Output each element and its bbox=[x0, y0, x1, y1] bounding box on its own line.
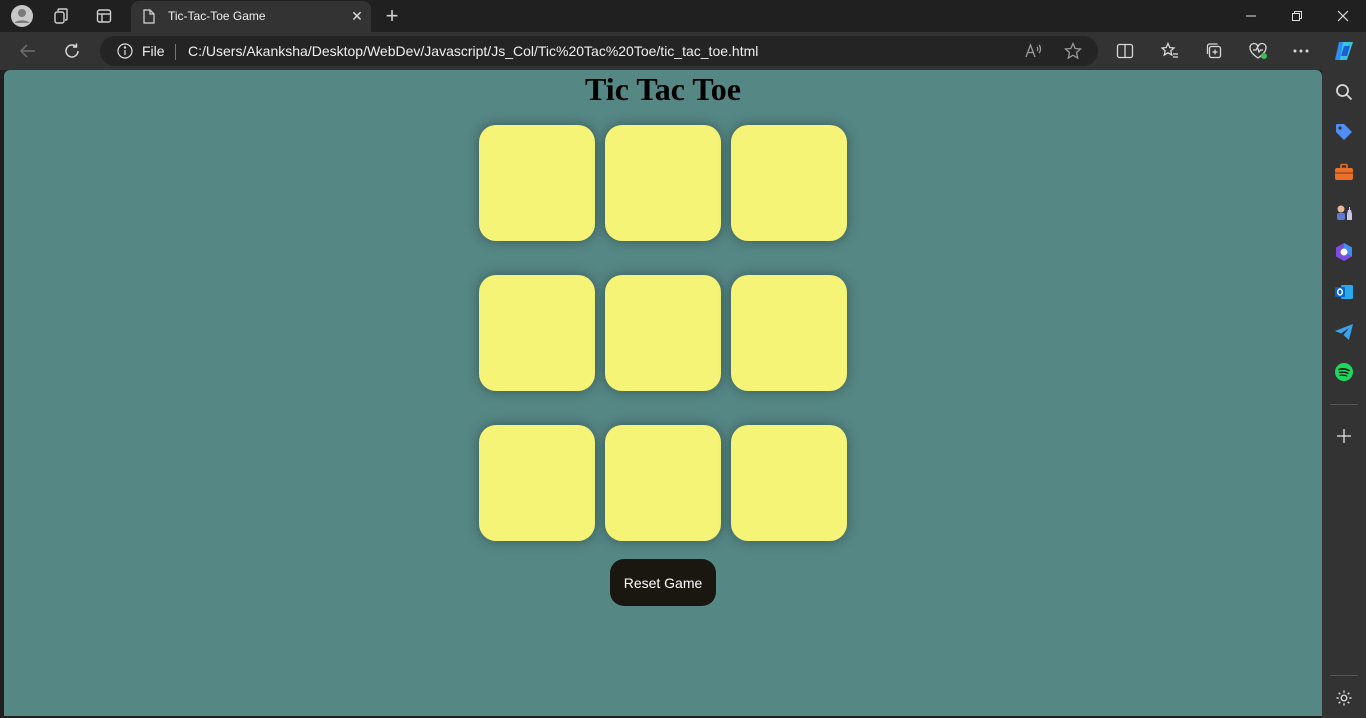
tab-actions-icon[interactable] bbox=[92, 4, 116, 28]
close-window-icon[interactable] bbox=[1320, 0, 1366, 32]
split-screen-icon[interactable] bbox=[1113, 39, 1137, 63]
collections-icon[interactable] bbox=[1202, 39, 1226, 63]
sidebar-divider bbox=[1330, 675, 1358, 676]
game-cell[interactable] bbox=[731, 125, 847, 241]
settings-icon[interactable] bbox=[1332, 686, 1356, 710]
telegram-icon[interactable] bbox=[1332, 320, 1356, 344]
sidebar-divider bbox=[1330, 404, 1358, 405]
browser-toolbar: File C:/Users/Akanksha/Desktop/WebDev/Ja… bbox=[0, 32, 1366, 70]
read-aloud-icon[interactable] bbox=[1024, 42, 1042, 65]
info-icon[interactable] bbox=[117, 43, 133, 64]
game-cell[interactable] bbox=[605, 125, 721, 241]
active-tab[interactable]: Tic-Tac-Toe Game ✕ bbox=[131, 1, 371, 32]
tab-strip: Tic-Tac-Toe Game ✕ + bbox=[0, 0, 1366, 32]
copilot-icon[interactable] bbox=[1332, 39, 1356, 63]
address-divider bbox=[175, 44, 176, 60]
favorite-star-icon[interactable] bbox=[1063, 41, 1083, 65]
toolbox-icon[interactable] bbox=[1332, 160, 1356, 184]
tab-title: Tic-Tac-Toe Game bbox=[168, 9, 266, 23]
copilot-sidebar-icon[interactable] bbox=[1332, 240, 1356, 264]
favorites-icon[interactable] bbox=[1158, 39, 1182, 63]
back-arrow-icon[interactable] bbox=[16, 39, 40, 63]
address-bar[interactable]: File C:/Users/Akanksha/Desktop/WebDev/Ja… bbox=[100, 36, 1098, 66]
outlook-icon[interactable] bbox=[1332, 280, 1356, 304]
game-cell[interactable] bbox=[605, 425, 721, 541]
minimize-icon[interactable] bbox=[1228, 0, 1274, 32]
game-cell[interactable] bbox=[479, 275, 595, 391]
search-icon[interactable] bbox=[1332, 80, 1356, 104]
profile-avatar-icon[interactable] bbox=[10, 4, 34, 28]
game-cell[interactable] bbox=[479, 125, 595, 241]
game-cell[interactable] bbox=[605, 275, 721, 391]
site-scheme-label[interactable]: File bbox=[142, 43, 165, 59]
restore-icon[interactable] bbox=[1274, 0, 1320, 32]
workspaces-icon[interactable] bbox=[50, 4, 74, 28]
new-tab-icon[interactable]: + bbox=[380, 4, 404, 28]
reset-game-button[interactable]: Reset Game bbox=[610, 559, 716, 606]
close-tab-icon[interactable]: ✕ bbox=[349, 8, 365, 24]
page-viewport: Tic Tac Toe Reset Game bbox=[4, 70, 1322, 716]
game-cell[interactable] bbox=[731, 275, 847, 391]
games-icon[interactable] bbox=[1332, 200, 1356, 224]
shopping-tag-icon[interactable] bbox=[1332, 120, 1356, 144]
page-icon bbox=[143, 9, 155, 29]
edge-sidebar bbox=[1322, 70, 1366, 718]
browser-essentials-icon[interactable] bbox=[1246, 39, 1270, 63]
refresh-icon[interactable] bbox=[60, 39, 84, 63]
spotify-icon[interactable] bbox=[1332, 360, 1356, 384]
game-cell[interactable] bbox=[479, 425, 595, 541]
game-cell[interactable] bbox=[731, 425, 847, 541]
add-icon[interactable] bbox=[1332, 424, 1356, 448]
page-title: Tic Tac Toe bbox=[585, 71, 741, 107]
url-text[interactable]: C:/Users/Akanksha/Desktop/WebDev/Javascr… bbox=[188, 43, 758, 59]
more-menu-icon[interactable] bbox=[1289, 39, 1313, 63]
